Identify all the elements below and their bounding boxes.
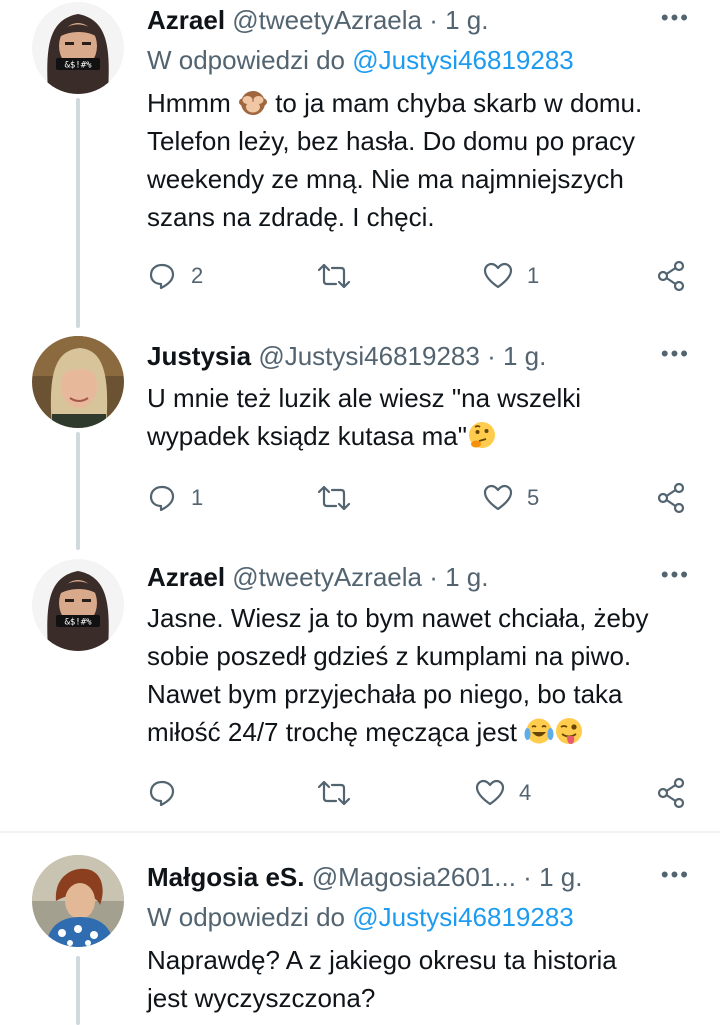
thinking-face-emoji-icon xyxy=(468,422,495,448)
timestamp[interactable]: 1 g. xyxy=(445,5,488,35)
conversation-thread: &$!#% Azrael @tweetyAzraela · 1 g. ••• W… xyxy=(0,0,720,1025)
tweet-actions: 4 xyxy=(147,773,697,813)
tweet-header: Azrael @tweetyAzraela · 1 g. xyxy=(147,557,690,597)
reply-icon xyxy=(149,263,175,290)
tweet[interactable]: &$!#% Azrael @tweetyAzraela · 1 g. ••• W… xyxy=(0,0,720,330)
reply-context: W odpowiedzi do @Justysi46819283 xyxy=(147,897,574,937)
avatar[interactable] xyxy=(32,336,124,428)
tweet-header: Małgosia eS. @Magosia2601... · 1 g. xyxy=(147,857,690,897)
reply-button[interactable]: 2 xyxy=(147,256,203,296)
reply-count: 1 xyxy=(191,485,204,510)
tweet-text-line: Naprawdę? A z jakiego okresu ta historia xyxy=(147,945,617,975)
avatar-caption: &$!#% xyxy=(64,618,92,628)
reply-count: 2 xyxy=(191,263,204,288)
user-handle[interactable]: @Magosia2601... xyxy=(312,862,516,892)
tweet-text-line: Jasne. Wiesz ja to bym nawet chciała, że… xyxy=(147,603,649,633)
share-button[interactable] xyxy=(655,256,687,296)
avatar[interactable]: &$!#% xyxy=(32,2,124,94)
tweet[interactable]: &$!#% Azrael @tweetyAzraela · 1 g. ••• J… xyxy=(0,553,720,831)
tweet-text-line: jest wyczyszczona? xyxy=(147,983,376,1013)
heart-icon xyxy=(483,262,513,289)
tweet-actions: 2 1 xyxy=(147,256,697,296)
retweet-button[interactable] xyxy=(317,256,365,296)
avatar[interactable]: &$!#% xyxy=(32,559,124,651)
see-no-evil-monkey-emoji-icon xyxy=(238,91,267,115)
like-button[interactable]: 4 xyxy=(475,773,531,813)
heart-icon xyxy=(483,484,513,511)
reply-button[interactable]: 1 xyxy=(147,478,203,518)
tweet-text-line: sobie poszedł gdzieś z kumplami na piwo. xyxy=(147,641,632,671)
reply-icon xyxy=(149,780,175,807)
timestamp[interactable]: 1 g. xyxy=(503,341,546,371)
more-options-icon[interactable]: ••• xyxy=(646,0,690,40)
separator-dot: · xyxy=(487,341,496,371)
tweet-actions: 1 5 xyxy=(147,478,697,518)
retweet-icon xyxy=(317,485,351,511)
reply-mention-link[interactable]: @Justysi46819283 xyxy=(352,902,574,932)
avatar[interactable] xyxy=(32,855,124,947)
share-icon xyxy=(657,777,685,809)
tweet-text: U mnie też luzik ale wiesz "na wszelki w… xyxy=(147,379,697,455)
user-handle[interactable]: @tweetyAzraela xyxy=(232,5,422,35)
tweet[interactable]: Małgosia eS. @Magosia2601... · 1 g. ••• … xyxy=(0,833,720,1025)
reply-mention-link[interactable]: @Justysi46819283 xyxy=(352,45,574,75)
user-handle[interactable]: @Justysi46819283 xyxy=(258,341,480,371)
tweet-header: Justysia @Justysi46819283 · 1 g. xyxy=(147,336,690,376)
tweet-text-line: U mnie też luzik ale wiesz "na wszelki xyxy=(147,383,582,413)
share-icon xyxy=(657,482,685,514)
more-options-icon[interactable]: ••• xyxy=(646,336,690,376)
winking-face-tongue-emoji-icon xyxy=(556,718,583,744)
tweet-text-line: Telefon leży, bez hasła. Do domu po prac… xyxy=(147,126,636,156)
display-name[interactable]: Małgosia eS. xyxy=(147,862,305,892)
tweet-header: Azrael @tweetyAzraela · 1 g. xyxy=(147,0,690,40)
reply-button[interactable] xyxy=(147,773,191,813)
user-handle[interactable]: @tweetyAzraela xyxy=(232,562,422,592)
retweet-button[interactable] xyxy=(317,773,365,813)
reply-prefix: W odpowiedzi do xyxy=(147,902,345,932)
reply-prefix: W odpowiedzi do xyxy=(147,45,345,75)
tweet-text: Jasne. Wiesz ja to bym nawet chciała, że… xyxy=(147,599,697,751)
separator-dot: · xyxy=(523,862,532,892)
tweet-text-line: Nawet bym przyjechała po niego, bo taka xyxy=(147,679,623,709)
retweet-icon xyxy=(317,780,351,806)
tweet-text-line: to ja mam chyba skarb w domu. xyxy=(267,88,643,118)
like-count: 1 xyxy=(527,263,540,288)
display-name[interactable]: Justysia xyxy=(147,341,251,371)
like-count: 5 xyxy=(527,485,540,510)
tears-of-joy-emoji-icon xyxy=(524,718,554,744)
share-button[interactable] xyxy=(655,478,687,518)
tweet-text: Hmmm to ja mam chyba skarb w domu. Telef… xyxy=(147,84,697,236)
like-button[interactable]: 5 xyxy=(483,478,539,518)
separator-dot: · xyxy=(429,5,438,35)
display-name[interactable]: Azrael xyxy=(147,5,225,35)
timestamp[interactable]: 1 g. xyxy=(445,562,488,592)
reply-icon xyxy=(149,485,175,512)
tweet-text-line: szans na zdradę. I chęci. xyxy=(147,202,435,232)
avatar-caption: &$!#% xyxy=(64,61,92,71)
timestamp[interactable]: 1 g. xyxy=(539,862,582,892)
tweet-text-line: weekendy ze mną. Nie ma najmniejszych xyxy=(147,164,624,194)
reply-context: W odpowiedzi do @Justysi46819283 xyxy=(147,40,574,80)
tweet[interactable]: Justysia @Justysi46819283 · 1 g. ••• U m… xyxy=(0,330,720,552)
like-button[interactable]: 1 xyxy=(483,256,539,296)
like-count: 4 xyxy=(519,780,532,805)
display-name[interactable]: Azrael xyxy=(147,562,225,592)
retweet-button[interactable] xyxy=(317,478,365,518)
tweet-text: Naprawdę? A z jakiego okresu ta historia… xyxy=(147,941,697,1017)
separator-dot: · xyxy=(429,562,438,592)
share-button[interactable] xyxy=(655,773,687,813)
tweet-text-line: Hmmm xyxy=(147,88,238,118)
more-options-icon[interactable]: ••• xyxy=(646,857,690,897)
heart-icon xyxy=(475,779,505,806)
share-icon xyxy=(657,260,685,292)
tweet-text-line: miłość 24/7 trochę męcząca jest xyxy=(147,717,517,747)
tweet-text-line: wypadek ksiądz kutasa ma" xyxy=(147,421,467,451)
retweet-icon xyxy=(317,263,351,289)
more-options-icon[interactable]: ••• xyxy=(646,557,690,597)
